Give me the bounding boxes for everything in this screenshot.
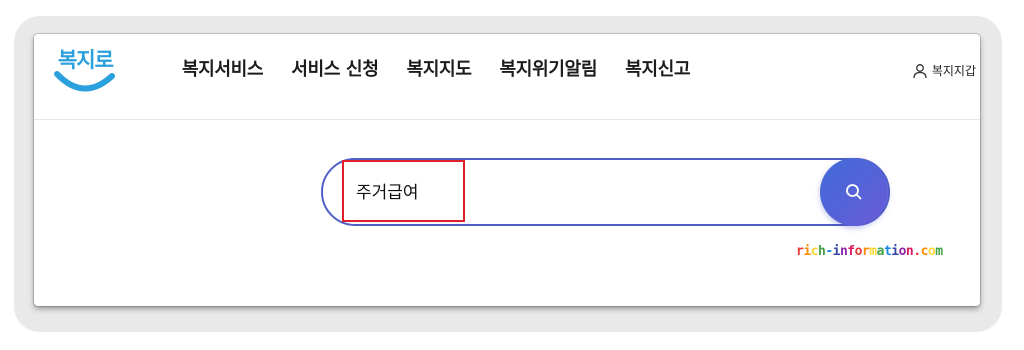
search-button[interactable] [820, 158, 888, 226]
nav-item-welfare-map[interactable]: 복지지도 [407, 55, 472, 81]
nav-item-service-application[interactable]: 서비스 신청 [291, 55, 379, 81]
nav-item-welfare-crisis-alert[interactable]: 복지위기알림 [500, 55, 598, 81]
site-header: 복지로 복지서비스 서비스 신청 복지지도 복지위기알림 복지신고 복지지갑 [34, 34, 980, 120]
user-wallet-link[interactable]: 복지지갑 [912, 62, 976, 79]
nav-item-welfare-services[interactable]: 복지서비스 [182, 55, 264, 81]
annotation-highlight-box [342, 160, 465, 222]
logo[interactable]: 복지로 [54, 42, 116, 100]
user-icon [913, 63, 927, 78]
logo-smile-icon [54, 71, 115, 92]
user-wallet-label: 복지지갑 [931, 64, 976, 78]
search-icon [846, 184, 862, 200]
watermark: rich-information.com [796, 244, 943, 259]
nav-item-welfare-report[interactable]: 복지신고 [625, 55, 690, 81]
main-nav: 복지서비스 서비스 신청 복지지도 복지위기알림 복지신고 [182, 55, 691, 81]
